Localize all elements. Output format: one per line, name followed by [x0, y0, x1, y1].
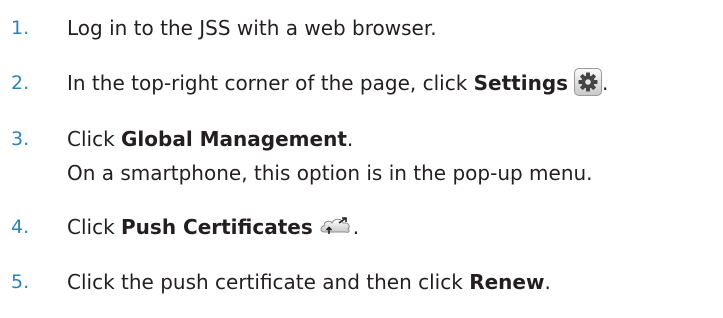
step-5: 5. Click the push certificate and then c… — [0, 267, 723, 297]
step-number: 5. — [11, 271, 30, 293]
global-management-label: Global Management — [121, 127, 347, 151]
step-text: In the top-right corner of the page, cli… — [67, 67, 608, 98]
settings-label: Settings — [473, 71, 569, 95]
step-2: 2. In the top-right corner of the page, … — [0, 67, 723, 98]
step-1: 1. Log in to the JSS with a web browser. — [0, 13, 723, 43]
step-number: 4. — [11, 216, 30, 238]
step-text: Log in to the JSS with a web browser. — [67, 16, 437, 40]
step-number: 1. — [11, 17, 30, 39]
step-text: Click the push certificate and then clic… — [67, 270, 551, 294]
step-number: 3. — [11, 128, 30, 150]
instruction-steps: 1. Log in to the JSS with a web browser.… — [0, 0, 723, 318]
step-3-note: On a smartphone, this option is in the p… — [67, 161, 593, 185]
push-certificates-label: Push Certificates — [121, 215, 313, 239]
step-4: 4. Click Push Certificates . — [0, 212, 723, 242]
renew-label: Renew — [469, 270, 545, 294]
step-3: 3. Click Global Management. — [0, 124, 723, 154]
settings-gear-icon — [574, 67, 603, 96]
step-text: Click Global Management. — [67, 127, 354, 151]
push-certificates-cloud-icon — [319, 215, 353, 235]
step-text: Click Push Certificates . — [67, 215, 360, 239]
step-number: 2. — [11, 72, 30, 94]
